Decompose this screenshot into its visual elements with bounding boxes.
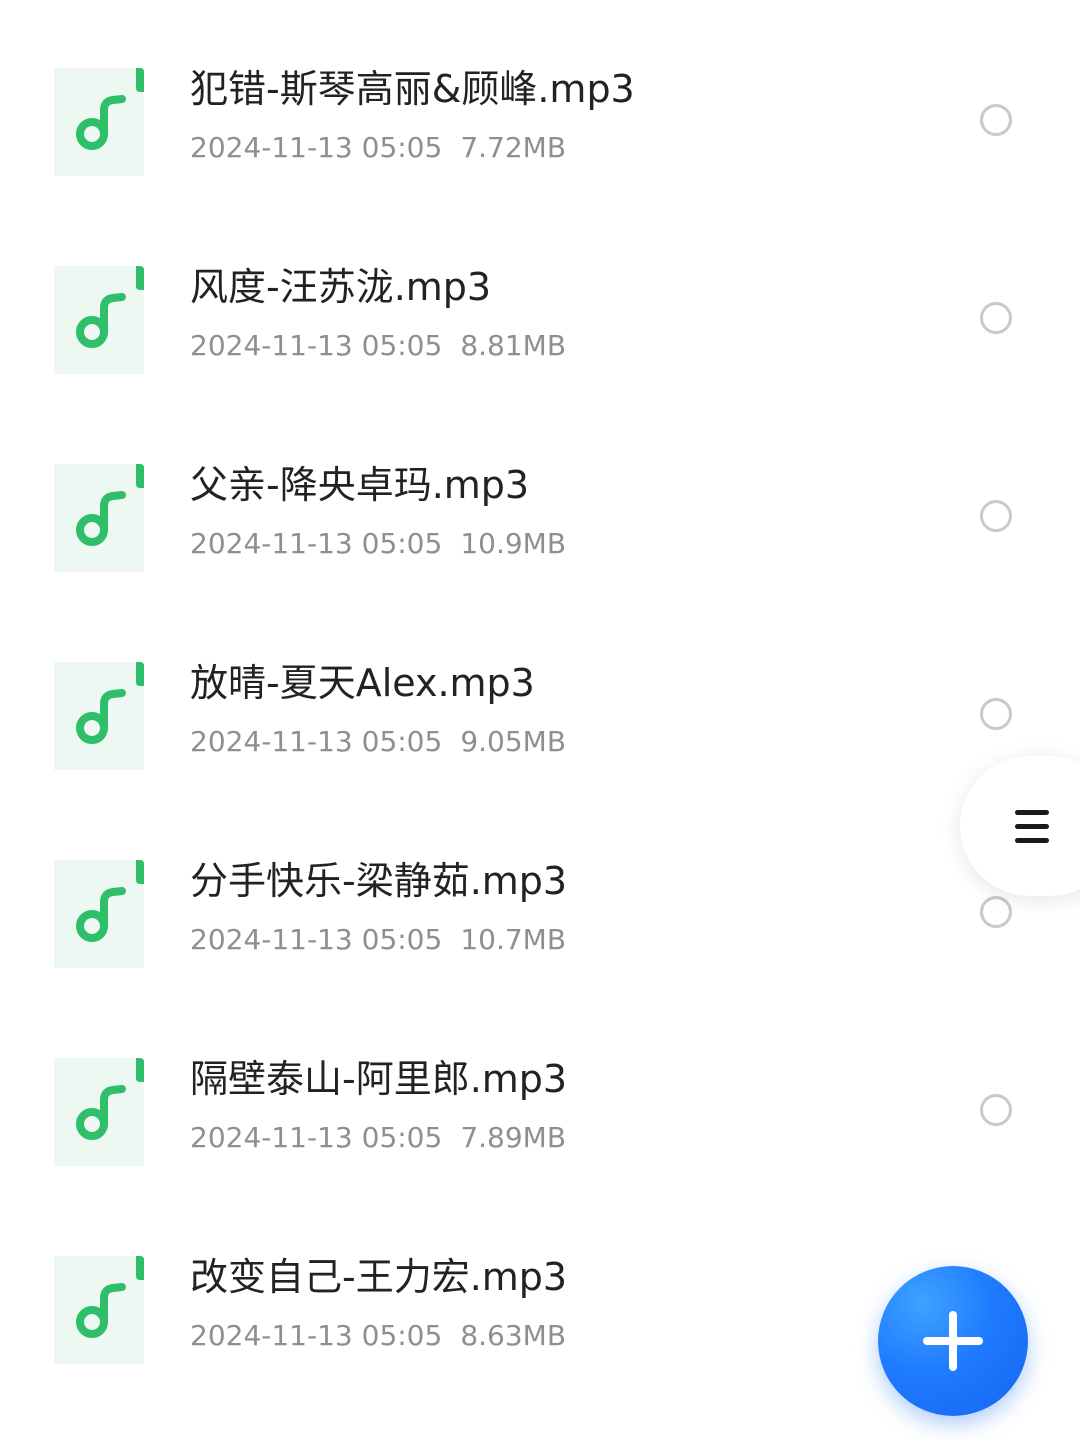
file-size: 9.05MB bbox=[460, 725, 567, 758]
select-radio[interactable] bbox=[980, 104, 1012, 136]
file-name: 放晴-夏天Alex.mp3 bbox=[190, 661, 535, 705]
file-size: 7.72MB bbox=[460, 131, 567, 164]
file-name: 父亲-降央卓玛.mp3 bbox=[190, 463, 530, 507]
menu-icon bbox=[1015, 810, 1049, 844]
file-size: 10.7MB bbox=[460, 923, 567, 956]
file-date: 2024-11-13 05:05 bbox=[190, 1319, 443, 1352]
music-file-icon bbox=[54, 1256, 144, 1364]
file-meta: 2024-11-13 05:05 10.9MB bbox=[190, 524, 566, 564]
file-size: 8.63MB bbox=[460, 1319, 567, 1352]
music-file-icon bbox=[54, 1058, 144, 1166]
file-meta: 2024-11-13 05:05 7.72MB bbox=[190, 128, 566, 168]
music-file-icon bbox=[54, 860, 144, 968]
file-name: 改变自己-王力宏.mp3 bbox=[190, 1255, 568, 1299]
music-file-icon bbox=[54, 464, 144, 572]
file-row[interactable]: 犯错-斯琴高丽&顾峰.mp3 2024-11-13 05:05 7.72MB bbox=[0, 67, 1080, 266]
music-file-icon bbox=[54, 266, 144, 374]
file-size: 10.9MB bbox=[460, 527, 567, 560]
file-row[interactable]: 放晴-夏天Alex.mp3 2024-11-13 05:05 9.05MB bbox=[0, 661, 1080, 860]
select-radio[interactable] bbox=[980, 896, 1012, 928]
file-manager-screen: 犯错-斯琴高丽&顾峰.mp3 2024-11-13 05:05 7.72MB 风度… bbox=[0, 0, 1080, 1440]
file-date: 2024-11-13 05:05 bbox=[190, 923, 443, 956]
select-radio[interactable] bbox=[980, 1094, 1012, 1126]
file-meta: 2024-11-13 05:05 9.05MB bbox=[190, 722, 566, 762]
file-size: 8.81MB bbox=[460, 329, 567, 362]
file-date: 2024-11-13 05:05 bbox=[190, 527, 443, 560]
file-date: 2024-11-13 05:05 bbox=[190, 131, 443, 164]
file-name: 分手快乐-梁静茹.mp3 bbox=[190, 859, 568, 903]
file-size: 7.89MB bbox=[460, 1121, 567, 1154]
select-radio[interactable] bbox=[980, 698, 1012, 730]
file-row[interactable]: 分手快乐-梁静茹.mp3 2024-11-13 05:05 10.7MB bbox=[0, 859, 1080, 1058]
file-name: 犯错-斯琴高丽&顾峰.mp3 bbox=[190, 67, 635, 111]
file-row[interactable]: 隔壁泰山-阿里郎.mp3 2024-11-13 05:05 7.89MB bbox=[0, 1057, 1080, 1256]
file-list: 犯错-斯琴高丽&顾峰.mp3 2024-11-13 05:05 7.72MB 风度… bbox=[0, 0, 1080, 1440]
file-meta: 2024-11-13 05:05 8.63MB bbox=[190, 1316, 566, 1356]
file-date: 2024-11-13 05:05 bbox=[190, 329, 443, 362]
file-name: 隔壁泰山-阿里郎.mp3 bbox=[190, 1057, 568, 1101]
music-file-icon bbox=[54, 68, 144, 176]
file-date: 2024-11-13 05:05 bbox=[190, 725, 443, 758]
add-button[interactable] bbox=[878, 1266, 1028, 1416]
file-meta: 2024-11-13 05:05 10.7MB bbox=[190, 920, 566, 960]
file-date: 2024-11-13 05:05 bbox=[190, 1121, 443, 1154]
music-file-icon bbox=[54, 662, 144, 770]
select-radio[interactable] bbox=[980, 500, 1012, 532]
file-row[interactable]: 风度-汪苏泷.mp3 2024-11-13 05:05 8.81MB bbox=[0, 265, 1080, 464]
file-meta: 2024-11-13 05:05 7.89MB bbox=[190, 1118, 566, 1158]
file-name: 风度-汪苏泷.mp3 bbox=[190, 265, 492, 309]
file-row[interactable]: 父亲-降央卓玛.mp3 2024-11-13 05:05 10.9MB bbox=[0, 463, 1080, 662]
select-radio[interactable] bbox=[980, 302, 1012, 334]
file-meta: 2024-11-13 05:05 8.81MB bbox=[190, 326, 566, 366]
